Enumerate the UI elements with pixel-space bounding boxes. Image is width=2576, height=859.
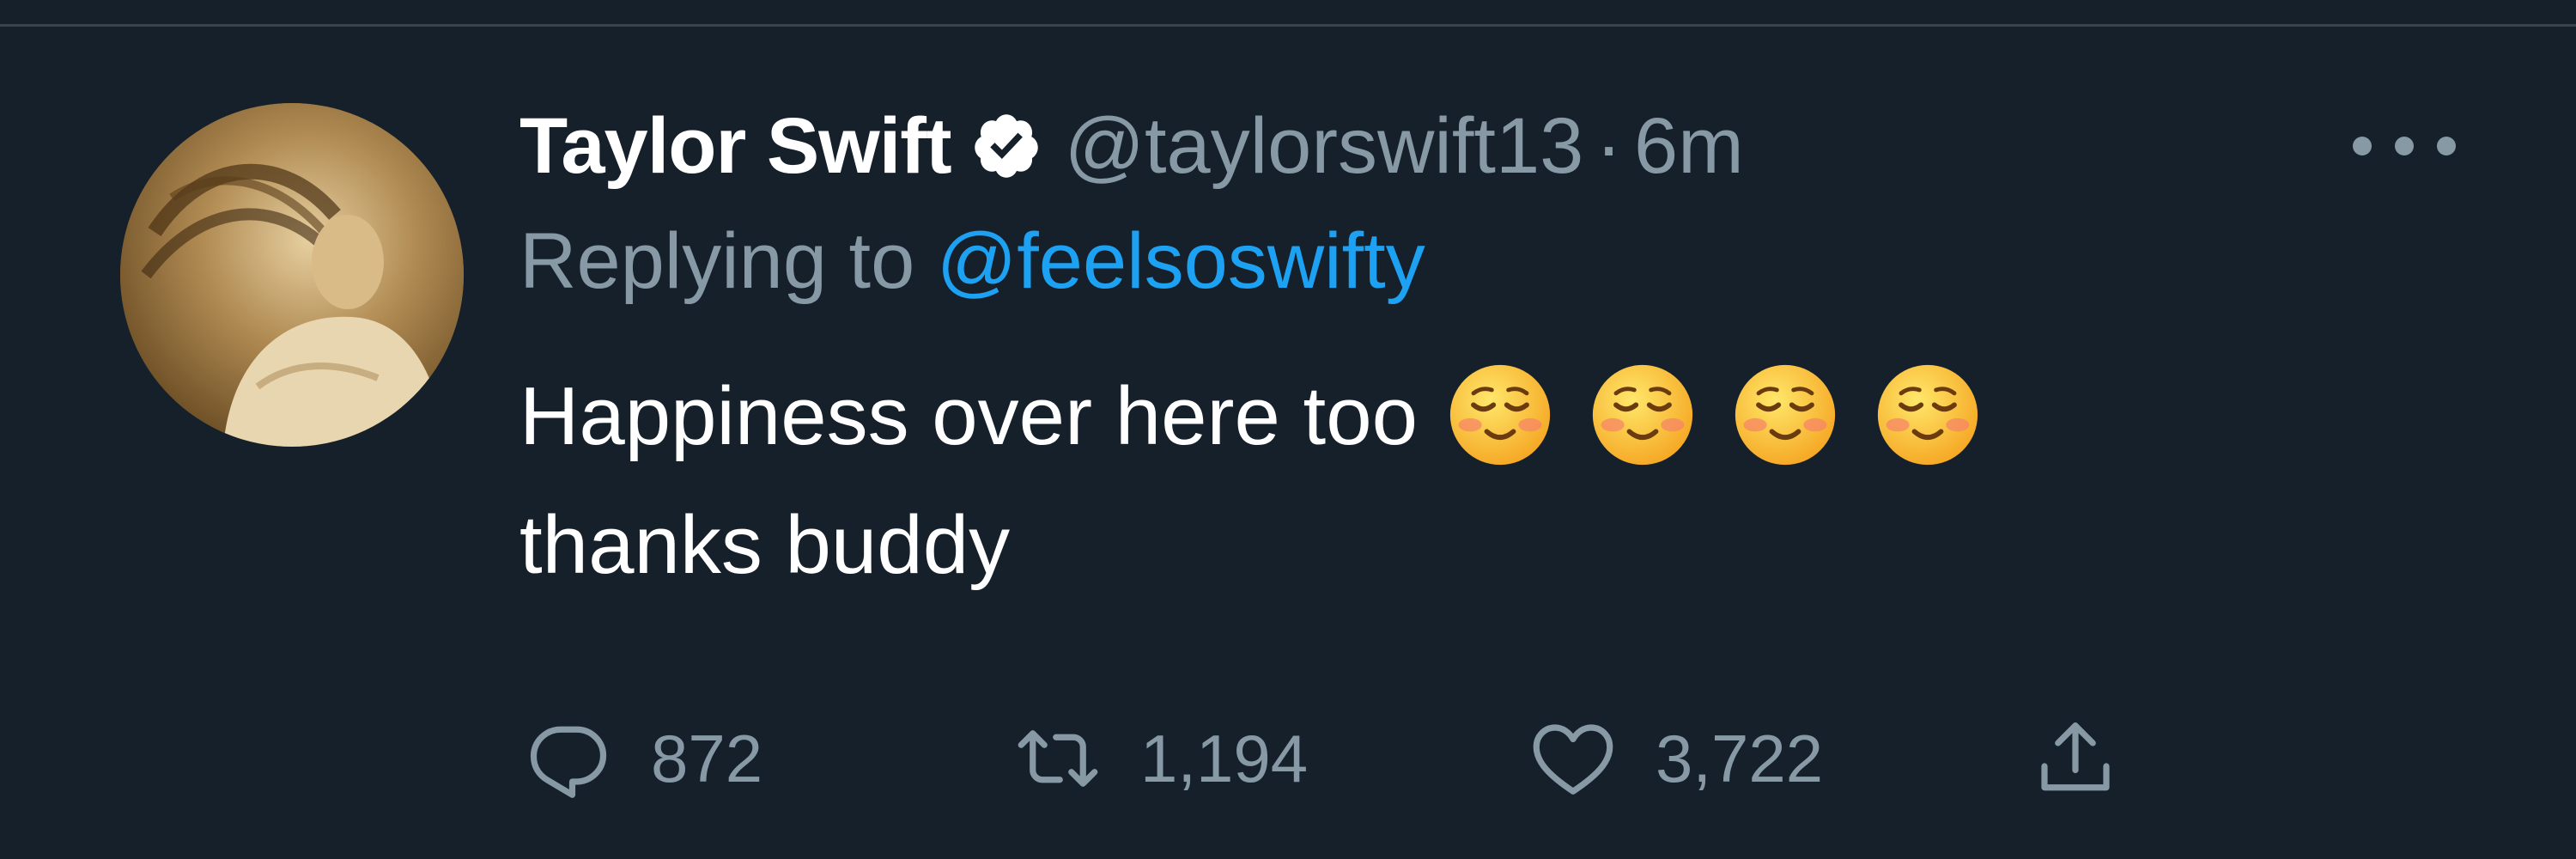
avatar-image [120, 103, 464, 447]
reply-count: 872 [651, 720, 763, 796]
share-icon [2041, 722, 2110, 791]
separator-dot: · [1595, 101, 1622, 190]
more-dot [2395, 137, 2414, 155]
more-dot [2437, 137, 2456, 155]
heart-icon [1533, 724, 1613, 795]
retweet-icon [1018, 730, 1098, 787]
reply-to-handle[interactable]: @feelsoswifty [937, 217, 1425, 305]
reply-icon [530, 726, 607, 798]
tweet-text: Happiness over here too thanks buddy [519, 352, 2409, 610]
smiling-face-emoji [1592, 364, 1693, 466]
display-name[interactable]: Taylor Swift [519, 101, 952, 192]
share-button[interactable] [2029, 711, 2122, 806]
replying-to: Replying to @feelsoswifty [519, 216, 2409, 320]
tweet-card[interactable]: Taylor Swift @taylorswift13 · 6m Replyin… [0, 0, 2576, 859]
smiling-face-emoji [1449, 364, 1551, 466]
retweet-count: 1,194 [1140, 720, 1309, 796]
tweet-text-line2: thanks buddy [519, 499, 1011, 591]
reply-prefix: Replying to [519, 217, 915, 305]
divider [0, 24, 2576, 27]
tweet-content: Taylor Swift @taylorswift13 · 6m Replyin… [519, 94, 2409, 610]
tweet-text-line1: Happiness over here too [519, 370, 1418, 462]
more-dot [2353, 137, 2372, 155]
tweet-actions: 872 1,194 3,722 [522, 711, 2239, 806]
retweet-button[interactable]: 1,194 [1012, 711, 1308, 806]
user-handle[interactable]: @taylorswift13 [1065, 101, 1584, 192]
smiling-face-emoji [1877, 364, 1978, 466]
tweet-header: Taylor Swift @taylorswift13 · 6m [519, 94, 2409, 198]
verified-badge-icon [970, 110, 1042, 182]
like-count: 3,722 [1656, 720, 1824, 796]
smiling-face-emoji [1735, 364, 1836, 466]
reply-button[interactable]: 872 [522, 711, 762, 806]
avatar[interactable] [120, 103, 464, 447]
timestamp[interactable]: 6m [1634, 101, 1744, 192]
like-button[interactable]: 3,722 [1527, 711, 1823, 806]
more-options-icon[interactable] [2353, 129, 2456, 163]
